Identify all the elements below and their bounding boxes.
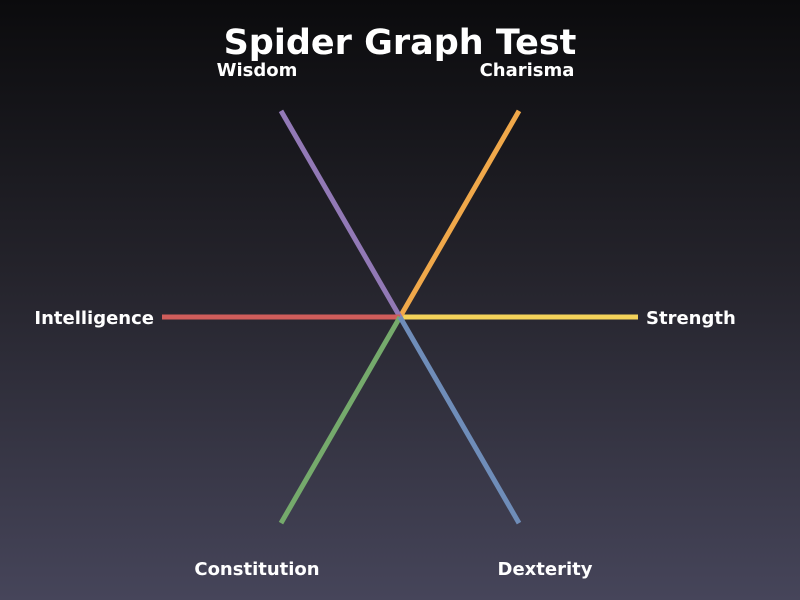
axis-line-dexterity bbox=[397, 315, 522, 525]
axis-label-wisdom: Wisdom bbox=[217, 60, 298, 81]
axis-label-intelligence: Intelligence bbox=[34, 308, 154, 329]
spider-chart-svg: Spider Graph Test Strength Charisma Wisdom… bbox=[34, 23, 735, 580]
axis-labels-group: Strength Charisma Wisdom Intelligence Consti… bbox=[34, 60, 735, 580]
chart-title: Spider Graph Test bbox=[224, 23, 577, 63]
axis-label-dexterity: Dexterity bbox=[498, 559, 593, 580]
axes-group bbox=[162, 109, 638, 525]
axis-line-constitution bbox=[278, 315, 403, 525]
axis-label-constitution: Constitution bbox=[194, 559, 319, 580]
axis-label-charisma: Charisma bbox=[480, 60, 575, 81]
axis-line-wisdom bbox=[278, 109, 403, 319]
axis-label-strength: Strength bbox=[646, 308, 736, 329]
axis-line-charisma bbox=[397, 109, 522, 319]
spider-chart: Spider Graph Test Strength Charisma Wisdom… bbox=[0, 0, 800, 600]
